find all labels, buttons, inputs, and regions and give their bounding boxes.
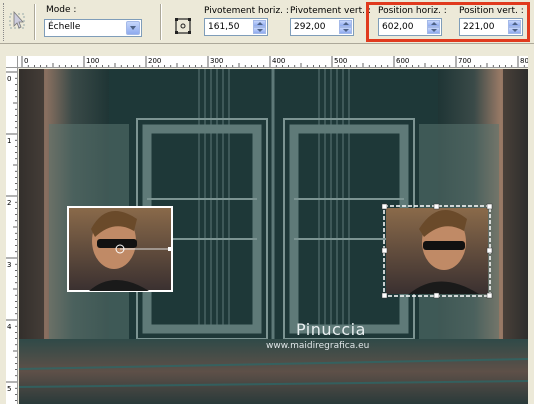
ruler-left-ticks: 0 1 2 3 4 5 — [6, 71, 17, 401]
toolbar-grip[interactable] — [3, 3, 5, 41]
pivot-horizontal-field[interactable]: 161,50 — [204, 18, 268, 36]
ruler-top-label: 0 — [24, 57, 28, 65]
ruler-corner — [6, 56, 18, 68]
ruler-top-label: 600 — [396, 57, 409, 65]
spin-down-icon[interactable] — [253, 27, 266, 34]
spin-up-icon[interactable] — [253, 20, 266, 27]
toolbar-separator — [34, 4, 36, 40]
mode-select[interactable]: Échelle — [44, 19, 142, 37]
pivot-vertical-value: 292,00 — [294, 22, 326, 32]
toolbar-separator — [160, 4, 162, 40]
ruler-top: 0 100 200 300 400 500 600 700 800 — [18, 56, 528, 68]
pivot-horizontal-spinner[interactable] — [253, 20, 266, 34]
ruler-top-label: 700 — [458, 57, 471, 65]
mode-label: Mode : — [46, 5, 77, 15]
mode-select-value: Échelle — [48, 22, 81, 32]
pivot-horizontal-value: 161,50 — [208, 22, 240, 32]
ruler-left-label: 5 — [7, 385, 11, 393]
position-fields-highlight — [366, 2, 530, 42]
pivot-point-icon[interactable] — [174, 17, 192, 35]
ruler-top-label: 100 — [86, 57, 99, 65]
watermark-url: www.maidiregrafica.eu — [266, 341, 370, 351]
ruler-top-label: 800 — [520, 57, 528, 65]
ruler-left: 0 1 2 3 4 5 — [6, 68, 18, 404]
ruler-top-ticks: 0 100 200 300 400 500 600 700 800 — [21, 56, 528, 67]
pivot-vertical-label: Pivotement vert. : — [290, 6, 371, 16]
watermark-name: Pinuccia — [296, 320, 366, 339]
chevron-down-icon[interactable] — [126, 21, 140, 35]
ruler-left-label: 0 — [7, 75, 11, 83]
ruler-top-label: 200 — [148, 57, 161, 65]
pivot-horizontal-label: Pivotement horiz. : — [204, 6, 289, 16]
spin-up-icon[interactable] — [339, 20, 352, 27]
ruler-left-label: 3 — [7, 261, 11, 269]
ruler-left-label: 4 — [7, 323, 12, 331]
tool-options-toolbar: Mode : Échelle Pivotement horiz. : 161,5… — [0, 0, 534, 44]
spin-down-icon[interactable] — [339, 27, 352, 34]
ruler-top-label: 300 — [210, 57, 223, 65]
ruler-top-label: 400 — [272, 57, 285, 65]
pivot-vertical-field[interactable]: 292,00 — [290, 18, 354, 36]
image-canvas[interactable] — [19, 69, 528, 404]
ruler-top-label: 500 — [334, 57, 347, 65]
canvas-artwork — [19, 69, 528, 404]
ruler-left-label: 2 — [7, 199, 11, 207]
workspace: 0 100 200 300 400 500 600 700 800 0 1 2 3 4 5 — [0, 44, 534, 404]
pick-tool-icon[interactable] — [8, 10, 28, 32]
ruler-left-label: 1 — [7, 137, 11, 145]
pivot-vertical-spinner[interactable] — [339, 20, 352, 34]
